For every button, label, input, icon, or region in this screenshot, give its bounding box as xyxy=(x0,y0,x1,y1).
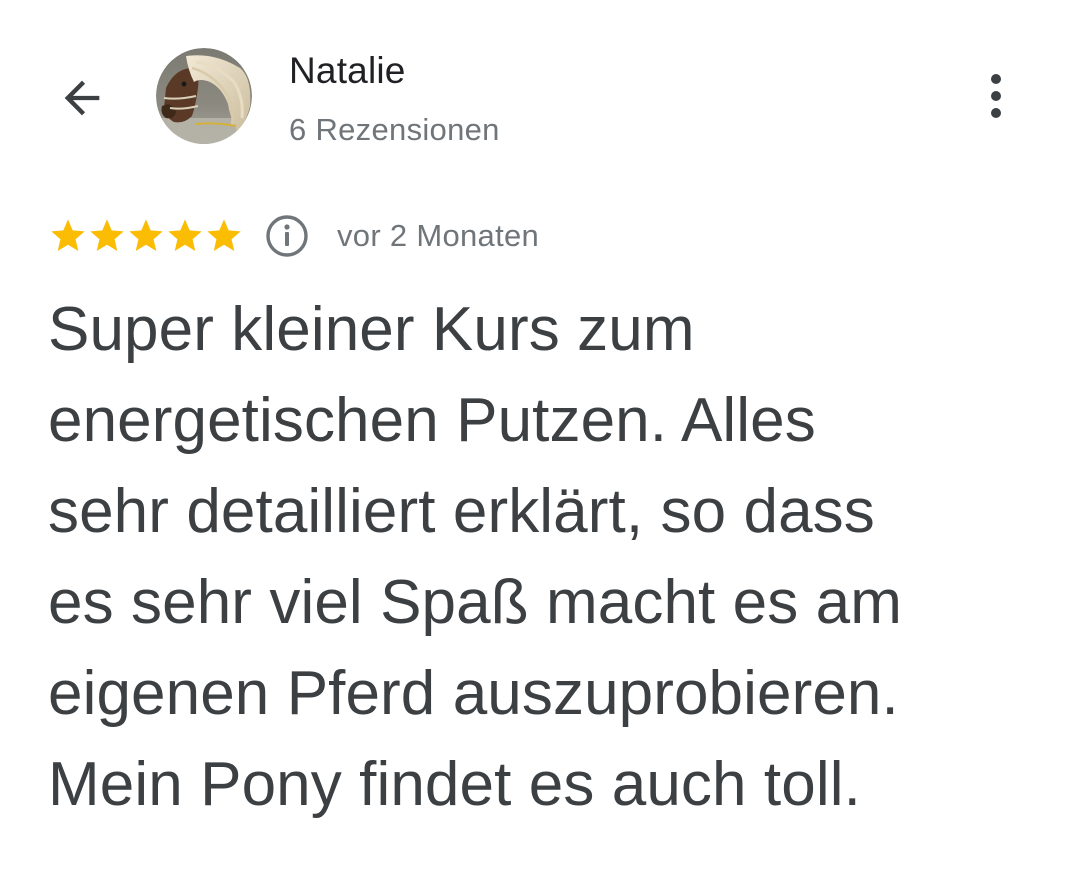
author-name[interactable]: Natalie xyxy=(289,50,406,92)
star-icon xyxy=(90,219,124,251)
info-icon xyxy=(266,215,308,257)
review-card: Natalie 6 Rezensionen vor 2 Monaten Supe… xyxy=(0,0,1080,889)
more-options-button[interactable] xyxy=(966,66,1026,126)
star-rating xyxy=(48,216,243,256)
star-icon xyxy=(207,219,241,251)
back-button[interactable] xyxy=(50,66,114,130)
star-icon xyxy=(129,219,163,251)
info-button[interactable] xyxy=(265,214,309,258)
star-icon xyxy=(168,219,202,251)
rating-row: vor 2 Monaten xyxy=(48,212,539,260)
star-icon xyxy=(51,219,85,251)
review-count: 6 Rezensionen xyxy=(289,112,500,147)
horse-avatar-image xyxy=(156,48,252,144)
more-vert-icon xyxy=(991,74,1001,118)
review-text: Super kleiner Kurs zum energetischen Put… xyxy=(48,295,903,819)
review-date: vor 2 Monaten xyxy=(337,218,540,253)
avatar[interactable] xyxy=(156,48,252,144)
arrow-back-icon xyxy=(64,80,100,116)
